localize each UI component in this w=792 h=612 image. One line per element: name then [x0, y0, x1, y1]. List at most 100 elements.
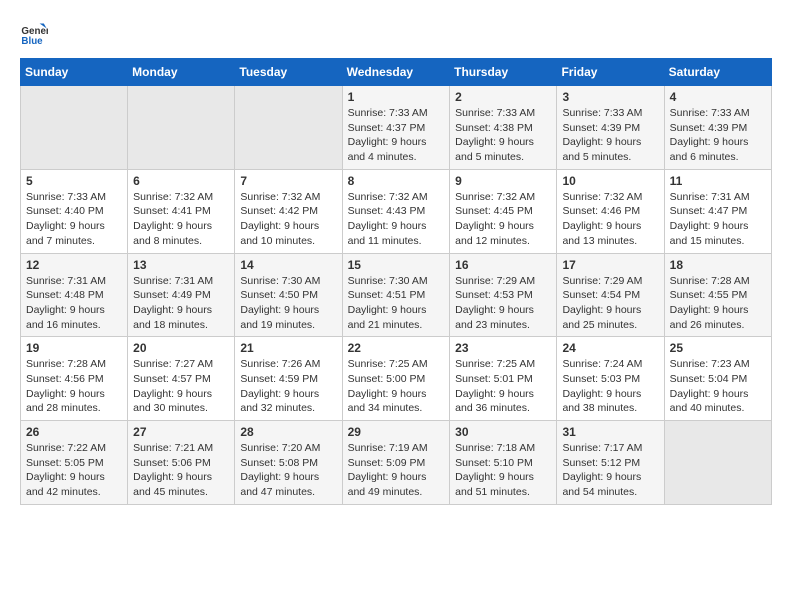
day-number: 5	[26, 174, 122, 188]
day-info: Sunrise: 7:28 AM Sunset: 4:56 PM Dayligh…	[26, 357, 122, 416]
day-info: Sunrise: 7:29 AM Sunset: 4:54 PM Dayligh…	[562, 274, 658, 333]
day-info: Sunrise: 7:20 AM Sunset: 5:08 PM Dayligh…	[240, 441, 336, 500]
day-number: 28	[240, 425, 336, 439]
calendar-cell: 1 Sunrise: 7:33 AM Sunset: 4:37 PM Daylig…	[342, 86, 450, 170]
weekday-header: Friday	[557, 59, 664, 86]
day-number: 4	[670, 90, 766, 104]
calendar-cell	[128, 86, 235, 170]
weekday-header: Monday	[128, 59, 235, 86]
day-info: Sunrise: 7:25 AM Sunset: 5:00 PM Dayligh…	[348, 357, 445, 416]
day-info: Sunrise: 7:32 AM Sunset: 4:41 PM Dayligh…	[133, 190, 229, 249]
calendar-cell: 31 Sunrise: 7:17 AM Sunset: 5:12 PM Dayli…	[557, 421, 664, 505]
day-number: 8	[348, 174, 445, 188]
calendar-cell: 17Sunrise: 7:29 AM Sunset: 4:54 PM Dayli…	[557, 253, 664, 337]
calendar-cell: 19 Sunrise: 7:28 AM Sunset: 4:56 PM Dayli…	[21, 337, 128, 421]
calendar-cell: 8 Sunrise: 7:32 AM Sunset: 4:43 PM Daylig…	[342, 169, 450, 253]
calendar-cell: 16 Sunrise: 7:29 AM Sunset: 4:53 PM Dayli…	[450, 253, 557, 337]
calendar-cell: 2 Sunrise: 7:33 AM Sunset: 4:38 PM Daylig…	[450, 86, 557, 170]
weekday-header: Saturday	[664, 59, 771, 86]
day-info: Sunrise: 7:32 AM Sunset: 4:45 PM Dayligh…	[455, 190, 551, 249]
day-number: 18	[670, 258, 766, 272]
day-info: Sunrise: 7:27 AM Sunset: 4:57 PM Dayligh…	[133, 357, 229, 416]
logo-icon: General Blue	[20, 20, 48, 48]
calendar-cell: 22Sunrise: 7:25 AM Sunset: 5:00 PM Dayli…	[342, 337, 450, 421]
day-info: Sunrise: 7:30 AM Sunset: 4:51 PM Dayligh…	[348, 274, 445, 333]
day-info: Sunrise: 7:21 AM Sunset: 5:06 PM Dayligh…	[133, 441, 229, 500]
day-info: Sunrise: 7:30 AM Sunset: 4:50 PM Dayligh…	[240, 274, 336, 333]
day-info: Sunrise: 7:32 AM Sunset: 4:46 PM Dayligh…	[562, 190, 658, 249]
day-info: Sunrise: 7:24 AM Sunset: 5:03 PM Dayligh…	[562, 357, 658, 416]
day-number: 9	[455, 174, 551, 188]
day-number: 19	[26, 341, 122, 355]
day-number: 27	[133, 425, 229, 439]
day-info: Sunrise: 7:32 AM Sunset: 4:43 PM Dayligh…	[348, 190, 445, 249]
calendar-cell: 10 Sunrise: 7:32 AM Sunset: 4:46 PM Dayli…	[557, 169, 664, 253]
day-number: 29	[348, 425, 445, 439]
calendar-cell: 9 Sunrise: 7:32 AM Sunset: 4:45 PM Daylig…	[450, 169, 557, 253]
day-number: 6	[133, 174, 229, 188]
day-number: 20	[133, 341, 229, 355]
day-info: Sunrise: 7:33 AM Sunset: 4:38 PM Dayligh…	[455, 106, 551, 165]
calendar-cell: 18 Sunrise: 7:28 AM Sunset: 4:55 PM Dayli…	[664, 253, 771, 337]
weekday-header: Thursday	[450, 59, 557, 86]
calendar-cell: 6 Sunrise: 7:32 AM Sunset: 4:41 PM Daylig…	[128, 169, 235, 253]
day-number: 10	[562, 174, 658, 188]
calendar-cell: 5Sunrise: 7:33 AM Sunset: 4:40 PM Daylig…	[21, 169, 128, 253]
day-number: 15	[348, 258, 445, 272]
weekday-header-row: SundayMondayTuesdayWednesdayThursdayFrid…	[21, 59, 772, 86]
day-number: 12	[26, 258, 122, 272]
calendar-week-row: 5Sunrise: 7:33 AM Sunset: 4:40 PM Daylig…	[21, 169, 772, 253]
day-number: 23	[455, 341, 551, 355]
day-number: 1	[348, 90, 445, 104]
day-number: 16	[455, 258, 551, 272]
calendar-cell	[235, 86, 342, 170]
calendar-cell: 28 Sunrise: 7:20 AM Sunset: 5:08 PM Dayli…	[235, 421, 342, 505]
day-info: Sunrise: 7:17 AM Sunset: 5:12 PM Dayligh…	[562, 441, 658, 500]
calendar-cell: 4 Sunrise: 7:33 AM Sunset: 4:39 PM Daylig…	[664, 86, 771, 170]
calendar-table: SundayMondayTuesdayWednesdayThursdayFrid…	[20, 58, 772, 505]
calendar-cell: 21 Sunrise: 7:26 AM Sunset: 4:59 PM Dayli…	[235, 337, 342, 421]
day-info: Sunrise: 7:25 AM Sunset: 5:01 PM Dayligh…	[455, 357, 551, 416]
day-number: 21	[240, 341, 336, 355]
day-number: 14	[240, 258, 336, 272]
logo: General Blue	[20, 20, 52, 48]
calendar-week-row: 26Sunrise: 7:22 AM Sunset: 5:05 PM Dayli…	[21, 421, 772, 505]
day-info: Sunrise: 7:29 AM Sunset: 4:53 PM Dayligh…	[455, 274, 551, 333]
calendar-cell: 29 Sunrise: 7:19 AM Sunset: 5:09 PM Dayli…	[342, 421, 450, 505]
calendar-cell: 3 Sunrise: 7:33 AM Sunset: 4:39 PM Daylig…	[557, 86, 664, 170]
day-info: Sunrise: 7:33 AM Sunset: 4:39 PM Dayligh…	[670, 106, 766, 165]
day-info: Sunrise: 7:18 AM Sunset: 5:10 PM Dayligh…	[455, 441, 551, 500]
day-info: Sunrise: 7:31 AM Sunset: 4:48 PM Dayligh…	[26, 274, 122, 333]
day-info: Sunrise: 7:32 AM Sunset: 4:42 PM Dayligh…	[240, 190, 336, 249]
calendar-cell: 24 Sunrise: 7:24 AM Sunset: 5:03 PM Dayli…	[557, 337, 664, 421]
day-number: 7	[240, 174, 336, 188]
calendar-cell: 20 Sunrise: 7:27 AM Sunset: 4:57 PM Dayli…	[128, 337, 235, 421]
calendar-week-row: 1 Sunrise: 7:33 AM Sunset: 4:37 PM Daylig…	[21, 86, 772, 170]
day-info: Sunrise: 7:28 AM Sunset: 4:55 PM Dayligh…	[670, 274, 766, 333]
calendar-cell: 23 Sunrise: 7:25 AM Sunset: 5:01 PM Dayli…	[450, 337, 557, 421]
calendar-week-row: 12 Sunrise: 7:31 AM Sunset: 4:48 PM Dayli…	[21, 253, 772, 337]
day-number: 30	[455, 425, 551, 439]
day-number: 31	[562, 425, 658, 439]
day-info: Sunrise: 7:31 AM Sunset: 4:49 PM Dayligh…	[133, 274, 229, 333]
day-number: 24	[562, 341, 658, 355]
day-number: 26	[26, 425, 122, 439]
day-info: Sunrise: 7:26 AM Sunset: 4:59 PM Dayligh…	[240, 357, 336, 416]
day-info: Sunrise: 7:31 AM Sunset: 4:47 PM Dayligh…	[670, 190, 766, 249]
weekday-header: Wednesday	[342, 59, 450, 86]
day-info: Sunrise: 7:33 AM Sunset: 4:37 PM Dayligh…	[348, 106, 445, 165]
page-header: General Blue	[20, 20, 772, 48]
svg-text:Blue: Blue	[21, 36, 43, 47]
calendar-cell: 11Sunrise: 7:31 AM Sunset: 4:47 PM Dayli…	[664, 169, 771, 253]
calendar-cell: 27 Sunrise: 7:21 AM Sunset: 5:06 PM Dayli…	[128, 421, 235, 505]
day-info: Sunrise: 7:19 AM Sunset: 5:09 PM Dayligh…	[348, 441, 445, 500]
day-number: 2	[455, 90, 551, 104]
calendar-cell: 25Sunrise: 7:23 AM Sunset: 5:04 PM Dayli…	[664, 337, 771, 421]
calendar-cell: 7 Sunrise: 7:32 AM Sunset: 4:42 PM Daylig…	[235, 169, 342, 253]
day-number: 13	[133, 258, 229, 272]
day-info: Sunrise: 7:33 AM Sunset: 4:39 PM Dayligh…	[562, 106, 658, 165]
weekday-header: Sunday	[21, 59, 128, 86]
day-number: 3	[562, 90, 658, 104]
calendar-cell: 12 Sunrise: 7:31 AM Sunset: 4:48 PM Dayli…	[21, 253, 128, 337]
calendar-cell	[664, 421, 771, 505]
